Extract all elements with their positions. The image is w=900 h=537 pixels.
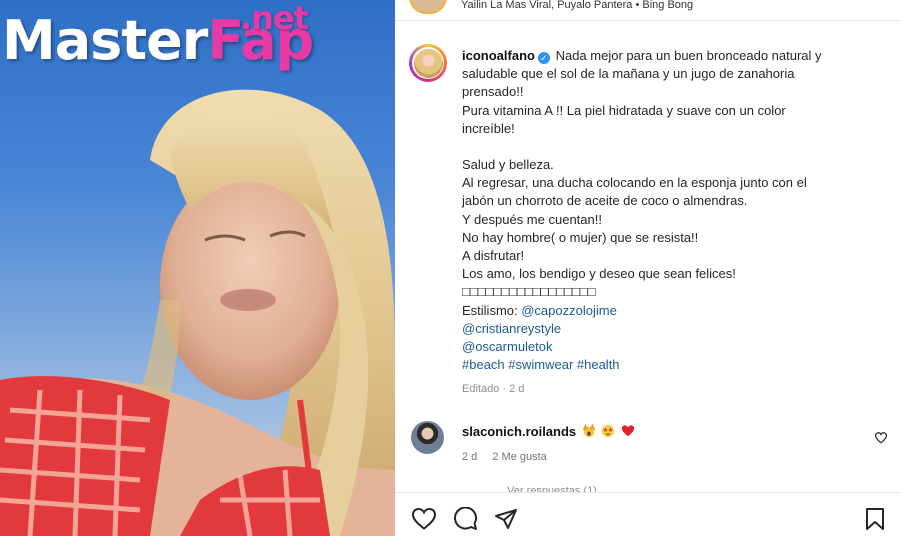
watermark-master: Master (2, 9, 208, 72)
caption-emoji-line: □□□□□□□□□□□□□□□□□ (462, 284, 596, 300)
caption-line: increíble! (462, 120, 515, 136)
comment-meta: 2 d 2 Me gusta (462, 451, 559, 463)
commenter-avatar[interactable] (411, 421, 444, 454)
author-avatar[interactable] (409, 44, 447, 82)
hashtags[interactable]: #beach #swimwear #health (462, 356, 862, 374)
caption-line: Los amo, los bendigo y deseo que sean fe… (462, 266, 736, 282)
caption-line: saludable que el sol de la mañana y un j… (462, 66, 795, 82)
author-avatar-image (413, 48, 443, 78)
star-struck-emoji (602, 424, 615, 438)
header-avatar[interactable] (409, 0, 447, 14)
heart-icon[interactable] (411, 507, 437, 531)
commenter-username[interactable]: slaconich.roilands (462, 424, 576, 439)
post-side-panel: Yailin La Mas Viral, Puyalo Pantera • Bi… (395, 0, 900, 537)
comment-likes[interactable]: 2 Me gusta (492, 451, 546, 463)
post-header: Yailin La Mas Viral, Puyalo Pantera • Bi… (395, 0, 900, 21)
action-bar (395, 492, 900, 537)
caption-line: prensado!! (462, 84, 524, 100)
mention-link[interactable]: @capozzolojime (521, 303, 617, 318)
mention-link[interactable]: @oscarmuletok (462, 338, 862, 356)
stylist-label: Estilismo: (462, 302, 522, 318)
music-info[interactable]: Yailin La Mas Viral, Puyalo Pantera • Bi… (461, 0, 693, 11)
caption-line: Salud y belleza. (462, 157, 554, 173)
watermark-logo: MasterFap .net (2, 2, 314, 68)
caption-line: No hay hombre( o mujer) que se resista!! (462, 229, 699, 245)
red-heart-emoji (621, 425, 635, 437)
hands-raised-emoji (582, 424, 595, 438)
comment: slaconich.roilands (462, 424, 635, 439)
post-image[interactable]: MasterFap .net (0, 0, 395, 536)
mention-link[interactable]: @cristianreystyle (462, 320, 862, 338)
caption-line: A disfrutar! (462, 248, 525, 264)
caption-line: Pura vitamina A !! La piel hidratada y s… (462, 102, 786, 118)
caption-line: Al regresar, una ducha colocando en la e… (462, 175, 807, 191)
caption-line: Y después me cuentan!! (462, 211, 602, 227)
author-username[interactable]: iconoalfano (462, 48, 535, 63)
caption-line: Nada mejor para un buen bronceado natura… (555, 48, 822, 63)
comment-age: 2 d (462, 451, 478, 463)
verified-badge-icon: ✓ (537, 52, 550, 64)
post-caption: iconoalfano ✓ Nada mejor para un buen bro… (462, 47, 862, 399)
share-icon[interactable] (494, 507, 518, 531)
post-photo-illustration (0, 89, 395, 536)
comment-like-heart-icon[interactable] (874, 431, 888, 445)
bookmark-icon[interactable] (864, 507, 886, 531)
caption-line: jabón un chorroto de aceite de coco o al… (462, 193, 748, 209)
watermark-net: .net (240, 0, 309, 37)
comment-icon[interactable] (452, 507, 478, 531)
edited-timestamp: Editado · 2 d (462, 383, 525, 396)
